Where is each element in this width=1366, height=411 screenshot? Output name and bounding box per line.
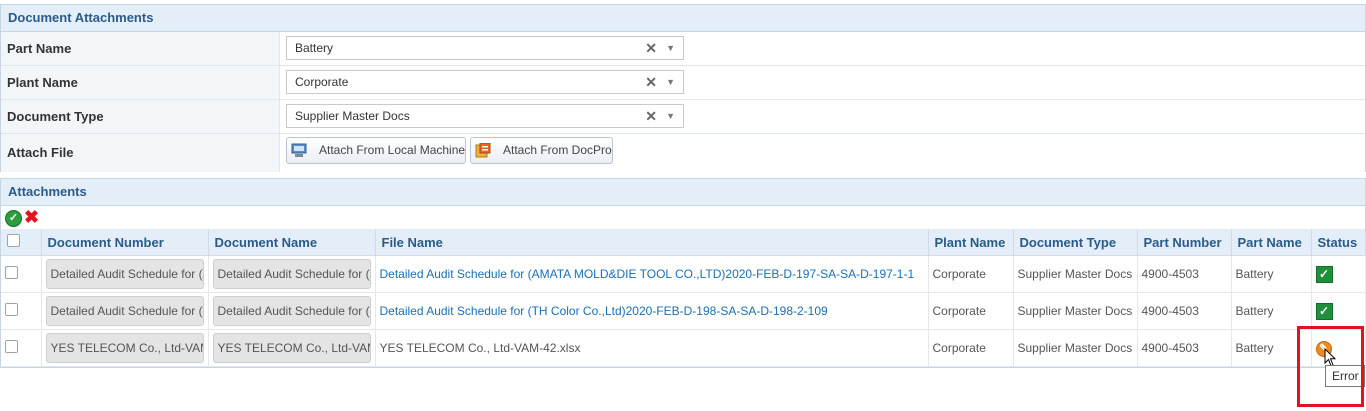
column-header-file-name[interactable]: File Name [375, 229, 929, 256]
document-type-value: Supplier Master Docs [295, 109, 410, 123]
document-name-input[interactable]: Detailed Audit Schedule for (TH Color Co… [212, 296, 371, 326]
document-attachments-panel: Document Attachments Part Name Battery ✕… [0, 4, 1366, 172]
clear-icon[interactable]: ✕ [645, 71, 657, 93]
chevron-down-icon[interactable]: ▼ [666, 71, 675, 93]
highlight-box [1297, 326, 1364, 407]
attachments-panel: Attachments ✓ ✖ Document Number Document… [0, 178, 1366, 368]
document-type-cell: Supplier Master Docs [1013, 292, 1138, 330]
plant-name-cell: Corporate [928, 292, 1014, 330]
attach-local-button[interactable]: Attach From Local Machine [286, 137, 466, 164]
document-name-input[interactable]: YES TELECOM Co., Ltd-VAM-42 [212, 333, 371, 363]
document-number-input[interactable]: Detailed Audit Schedule for (AMATA MOLD&… [45, 259, 204, 289]
clear-icon[interactable]: ✕ [645, 105, 657, 127]
part-number-cell: 4900-4503 [1137, 255, 1232, 293]
plant-name-row: Plant Name Corporate ✕ ▼ [1, 66, 1365, 100]
part-name-label: Part Name [1, 32, 280, 65]
column-header-part-number[interactable]: Part Number [1137, 229, 1232, 256]
column-header-document-type[interactable]: Document Type [1013, 229, 1138, 256]
plant-name-cell: Corporate [928, 329, 1014, 367]
column-header-document-name[interactable]: Document Name [208, 229, 376, 256]
attachments-title: Attachments [1, 179, 1365, 206]
chevron-down-icon[interactable]: ▼ [666, 37, 675, 59]
file-name-text: YES TELECOM Co., Ltd-VAM-42.xlsx [375, 329, 929, 367]
file-name-link[interactable]: Detailed Audit Schedule for (AMATA MOLD&… [380, 267, 915, 281]
column-header-document-number[interactable]: Document Number [41, 229, 209, 256]
approve-all-icon[interactable]: ✓ [5, 210, 22, 227]
select-all-checkbox[interactable] [7, 234, 20, 247]
attach-local-label: Attach From Local Machine [319, 143, 466, 157]
column-header-part-name[interactable]: Part Name [1231, 229, 1312, 256]
row-checkbox[interactable] [5, 340, 18, 353]
document-type-cell: Supplier Master Docs [1013, 329, 1138, 367]
document-name-input[interactable]: Detailed Audit Schedule for (AMATA MOLD&… [212, 259, 371, 289]
file-name-link[interactable]: Detailed Audit Schedule for (TH Color Co… [380, 304, 828, 318]
table-row: Detailed Audit Schedule for (TH Color Co… [1, 292, 1366, 330]
document-type-row: Document Type Supplier Master Docs ✕ ▼ [1, 100, 1365, 134]
document-attachments-title: Document Attachments [1, 5, 1365, 32]
status-ok-icon: ✓ [1315, 302, 1333, 320]
column-header-status[interactable]: Status [1311, 229, 1366, 256]
select-all-checkbox-cell [1, 229, 42, 256]
attach-docpro-button[interactable]: Attach From DocPro [470, 137, 613, 164]
document-type-select[interactable]: Supplier Master Docs ✕ ▼ [286, 104, 684, 128]
plant-name-cell: Corporate [928, 255, 1014, 293]
docpro-icon [475, 143, 491, 158]
plant-name-label: Plant Name [1, 66, 280, 99]
part-name-select[interactable]: Battery ✕ ▼ [286, 36, 684, 60]
attach-file-row: Attach File Attach From Local Machine At… [1, 134, 1365, 172]
attach-file-label: Attach File [1, 134, 280, 172]
attachments-table: Document Number Document Name File Name … [1, 229, 1366, 367]
plant-name-value: Corporate [295, 75, 349, 89]
attach-docpro-label: Attach From DocPro [503, 143, 612, 157]
part-name-row: Part Name Battery ✕ ▼ [1, 32, 1365, 66]
part-name-value: Battery [295, 41, 334, 55]
part-number-cell: 4900-4503 [1137, 329, 1232, 367]
clear-icon[interactable]: ✕ [645, 37, 657, 59]
document-number-input[interactable]: Detailed Audit Schedule for (TH Color Co… [45, 296, 204, 326]
column-header-plant-name[interactable]: Plant Name [928, 229, 1014, 256]
document-number-input[interactable]: YES TELECOM Co., Ltd-VAM-42 [45, 333, 204, 363]
table-row: YES TELECOM Co., Ltd-VAM-42 YES TELECOM … [1, 329, 1366, 367]
row-checkbox[interactable] [5, 303, 18, 316]
table-row: Detailed Audit Schedule for (AMATA MOLD&… [1, 255, 1366, 293]
grid-toolbar: ✓ ✖ [1, 206, 1365, 229]
reject-all-icon[interactable]: ✖ [24, 207, 39, 227]
document-type-label: Document Type [1, 100, 280, 133]
status-ok-icon: ✓ [1315, 265, 1333, 283]
part-name-cell: Battery [1231, 255, 1312, 293]
computer-icon [291, 143, 307, 157]
part-name-cell: Battery [1231, 292, 1312, 330]
part-number-cell: 4900-4503 [1137, 292, 1232, 330]
table-header-row: Document Number Document Name File Name … [1, 229, 1366, 256]
chevron-down-icon[interactable]: ▼ [666, 105, 675, 127]
document-type-cell: Supplier Master Docs [1013, 255, 1138, 293]
row-checkbox[interactable] [5, 266, 18, 279]
plant-name-select[interactable]: Corporate ✕ ▼ [286, 70, 684, 94]
